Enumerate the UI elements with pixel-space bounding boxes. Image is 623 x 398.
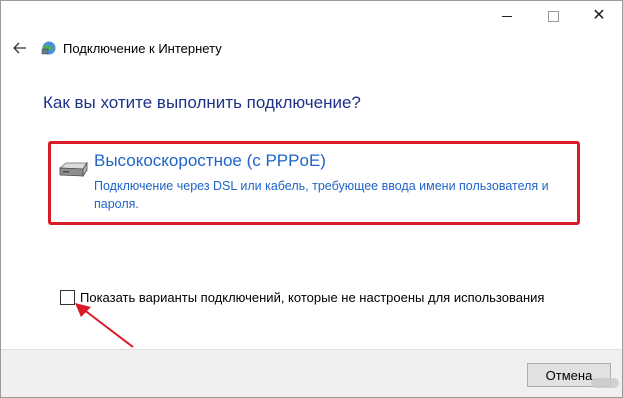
maximize-icon [547,10,559,22]
maximize-button[interactable] [530,1,576,31]
option-title: Высокоскоростное (с PPPoE) [94,151,326,170]
dialog-window: ✕ Подключение к Интернету Как вы хотите … [0,0,623,398]
minimize-icon [502,15,512,17]
pppoe-option[interactable]: Высокоскоростное (с PPPoE) Подключение ч… [48,141,580,225]
navigation-row: Подключение к Интернету [1,35,622,61]
network-globe-icon [41,41,56,55]
back-button[interactable] [7,35,33,61]
page-heading: Как вы хотите выполнить подключение? [43,93,361,112]
close-icon: ✕ [592,7,606,24]
show-all-label[interactable]: Показать варианты подключений, которые н… [80,290,544,305]
title-bar: ✕ [1,1,622,31]
close-button[interactable]: ✕ [576,1,622,31]
annotation-arrow-icon [75,303,134,348]
option-description: Подключение через DSL или кабель, требую… [94,179,549,211]
window-title: Подключение к Интернету [63,40,222,56]
minimize-button[interactable] [484,1,530,31]
back-arrow-icon [13,42,26,54]
modem-icon [58,161,88,178]
watermark-logo [591,378,619,388]
